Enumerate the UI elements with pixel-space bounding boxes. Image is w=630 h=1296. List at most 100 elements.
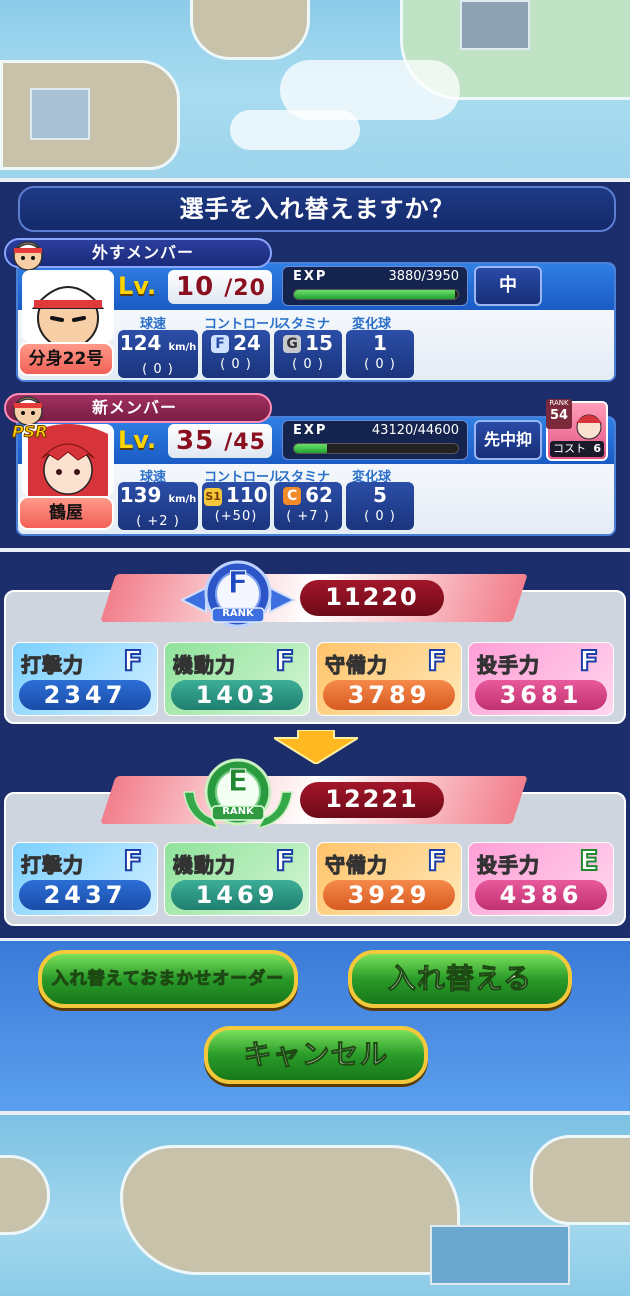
team-after-score: 12221 — [300, 782, 444, 818]
speed-value: 124 — [119, 331, 162, 355]
exp-bar-fill — [294, 290, 455, 299]
stamina-value: 15 — [305, 331, 333, 355]
cell-label: 守備力 — [325, 853, 388, 878]
map-building — [30, 88, 90, 140]
cell-value: 3789 — [323, 680, 455, 710]
rank-badge: RANK 54 — [546, 399, 572, 429]
cell-value: 3929 — [323, 880, 455, 910]
cell-label: 機動力 — [173, 653, 236, 678]
cell-value: 2347 — [19, 680, 151, 710]
map-background-top — [0, 0, 630, 180]
team-after-batting: 打撃力 F 2437 — [12, 842, 158, 916]
cell-label: 投手力 — [477, 853, 540, 878]
swap-button[interactable]: 入れ替える — [348, 950, 572, 1008]
cell-value: 3681 — [475, 680, 607, 710]
stamina-diff: ( +7 ) — [286, 509, 330, 524]
incoming-lv-label: Lv. — [118, 426, 157, 454]
incoming-speed-stat: 139 km/h ( +2 ) — [118, 482, 198, 530]
outgoing-control-stat: F 24 ( 0 ) — [202, 330, 270, 378]
cost-label: コスト — [553, 442, 586, 455]
control-grade: F — [211, 335, 230, 353]
team-before-score: 11220 — [300, 580, 444, 616]
breaking-diff: ( 0 ) — [364, 357, 396, 372]
cell-value: 1469 — [171, 880, 303, 910]
speed-diff: ( 0 ) — [142, 362, 174, 377]
cell-grade: F — [274, 844, 295, 878]
outgoing-exp-bar — [293, 289, 459, 300]
cell-grade: F — [426, 644, 447, 678]
speed-unit: km/h — [168, 494, 197, 505]
cell-label: 打撃力 — [21, 653, 84, 678]
map-building — [460, 0, 530, 50]
incoming-control-stat: S1 110 (+50) — [202, 482, 270, 530]
team-before-mobility: 機動力 F 1403 — [164, 642, 310, 716]
incoming-exp-bar — [293, 443, 459, 454]
map-land — [190, 0, 310, 60]
cell-grade: F — [274, 644, 295, 678]
team-after-mobility: 機動力 F 1469 — [164, 842, 310, 916]
control-diff: ( 0 ) — [220, 357, 252, 372]
control-grade: S1 — [204, 488, 222, 506]
exp-label: EXP — [293, 269, 328, 284]
breaking-diff: ( 0 ) — [364, 509, 396, 524]
stamina-grade: G — [283, 335, 302, 353]
cell-grade: E — [578, 844, 599, 878]
cancel-button[interactable]: キャンセル — [204, 1026, 428, 1084]
outgoing-lv-label: Lv. — [118, 272, 157, 300]
outgoing-player-name: 分身22号 — [18, 342, 114, 376]
incoming-position: 先中抑 — [474, 420, 542, 460]
outgoing-level-max: /20 — [224, 276, 266, 301]
map-background-bottom — [0, 1115, 630, 1296]
outgoing-avatar — [22, 270, 114, 342]
speed-diff: ( +2 ) — [136, 514, 180, 529]
map-building — [430, 1225, 570, 1285]
team-after-rank: E — [227, 764, 249, 800]
incoming-level-value: 35 — [176, 426, 215, 456]
cell-label: 守備力 — [325, 653, 388, 678]
stamina-diff: ( 0 ) — [292, 357, 324, 372]
team-before-rank: F — [227, 566, 249, 602]
team-before-batting: 打撃力 F 2347 — [12, 642, 158, 716]
map-land — [0, 60, 180, 170]
rarity-badge: PSR — [12, 422, 49, 442]
incoming-level-max: /45 — [224, 430, 266, 455]
rank-emblem-label: RANK — [222, 806, 254, 817]
outgoing-exp-value: 3880/3950 — [388, 269, 459, 284]
rank-emblem-label: RANK — [222, 608, 254, 619]
control-value: 24 — [233, 331, 261, 355]
stamina-grade: C — [283, 487, 302, 505]
rank-label: RANK — [549, 399, 569, 407]
control-diff: (+50) — [214, 509, 258, 524]
speed-unit: km/h — [168, 342, 197, 353]
incoming-stamina-stat: C 62 ( +7 ) — [274, 482, 342, 530]
outgoing-level: 10 /20 — [168, 270, 272, 304]
map-land — [120, 1145, 460, 1275]
outgoing-position: 中 — [474, 266, 542, 306]
incoming-exp-value: 43120/44600 — [371, 423, 459, 438]
section-divider — [0, 548, 630, 552]
incoming-exp-box: EXP 43120/44600 — [282, 420, 468, 460]
stamina-value: 62 — [305, 483, 333, 507]
team-after-defense: 守備力 F 3929 — [316, 842, 462, 916]
control-value: 110 — [225, 483, 268, 507]
incoming-rank-card: RANK 54 コスト 6 — [546, 399, 608, 461]
team-after-pitching: 投手力 E 4386 — [468, 842, 614, 916]
dialog-title: 選手を入れ替えますか？ — [18, 186, 616, 232]
outgoing-breaking-stat: 1 ( 0 ) — [346, 330, 414, 378]
outgoing-stamina-stat: G 15 ( 0 ) — [274, 330, 342, 378]
rank-e-emblem: E RANK — [178, 752, 298, 836]
cell-grade: F — [122, 844, 143, 878]
rank-value: 54 — [549, 408, 569, 423]
team-before-pitching: 投手力 F 3681 — [468, 642, 614, 716]
auto-order-button[interactable]: 入れ替えておまかせオーダー — [38, 950, 298, 1008]
cost-badge: コスト 6 — [550, 441, 604, 457]
cost-value: 6 — [593, 442, 601, 455]
cell-value: 4386 — [475, 880, 607, 910]
breaking-value: 1 — [373, 331, 387, 355]
outgoing-speed-stat: 124 km/h ( 0 ) — [118, 330, 198, 378]
incoming-player-name: 鶴屋 — [18, 496, 114, 530]
breaking-value: 5 — [373, 483, 387, 507]
speed-value: 139 — [119, 483, 162, 507]
incoming-breaking-stat: 5 ( 0 ) — [346, 482, 414, 530]
cell-value: 1403 — [171, 680, 303, 710]
